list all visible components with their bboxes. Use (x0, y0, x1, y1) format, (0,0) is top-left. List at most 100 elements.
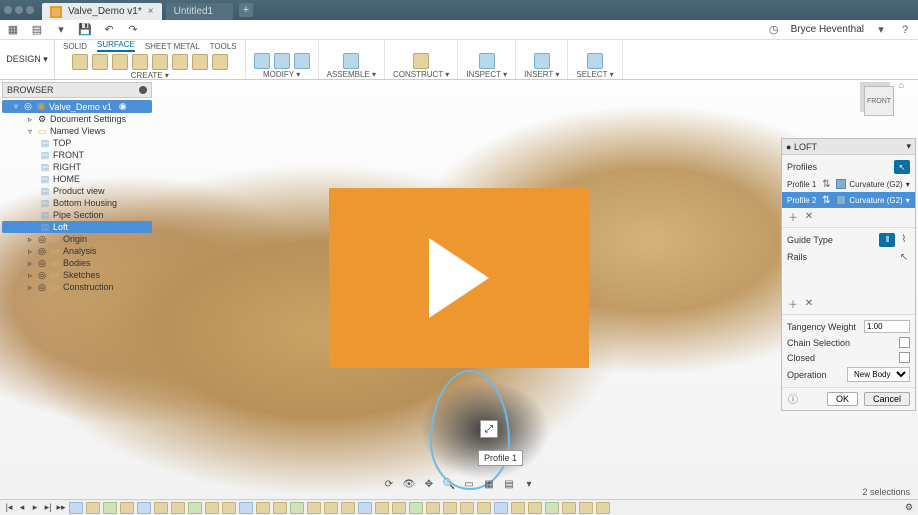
expand-icon[interactable]: ▹ (26, 235, 34, 244)
tool-button[interactable] (192, 54, 208, 70)
remove-rail-button[interactable]: ✕ (803, 297, 815, 309)
timeline-feature[interactable] (290, 502, 304, 514)
timeline-feature[interactable] (120, 502, 134, 514)
timeline-feature[interactable] (137, 502, 151, 514)
browser-settings-icon[interactable] (139, 86, 147, 94)
named-view-item[interactable]: FRONT (2, 149, 152, 161)
timeline-feature[interactable] (86, 502, 100, 514)
timeline-feature[interactable] (494, 502, 508, 514)
browser-item-sketches[interactable]: ▹Sketches (2, 269, 152, 281)
timeline-feature[interactable] (426, 502, 440, 514)
tool-button[interactable] (343, 53, 359, 69)
tool-button[interactable] (132, 54, 148, 70)
look-icon[interactable]: 👁 (402, 477, 416, 491)
tool-button[interactable] (92, 54, 108, 70)
timeline-next-icon[interactable]: ▸| (43, 502, 53, 513)
ribbon-tab-solid[interactable]: SOLID (63, 42, 87, 51)
cancel-button[interactable]: Cancel (864, 392, 910, 406)
timeline-play-icon[interactable]: ▸ (30, 502, 40, 513)
timeline-feature[interactable] (205, 502, 219, 514)
visibility-icon[interactable] (37, 282, 47, 292)
timeline-feature[interactable] (579, 502, 593, 514)
rails-select-button[interactable]: ↖ (898, 251, 910, 263)
file-menu-icon[interactable]: ▾ (54, 23, 68, 37)
timeline-feature[interactable] (596, 502, 610, 514)
timeline-feature[interactable] (69, 502, 83, 514)
ribbon-tab-surface[interactable]: SURFACE (97, 40, 135, 52)
expand-icon[interactable]: ▹ (26, 259, 34, 268)
timeline-feature[interactable] (324, 502, 338, 514)
visibility-icon[interactable] (37, 270, 47, 280)
expand-icon[interactable]: ▿ (26, 127, 34, 136)
manipulator-icon[interactable]: ⤢ (480, 420, 498, 438)
file-tab-active[interactable]: Valve_Demo v1* × (42, 3, 162, 20)
profile-row[interactable]: Profile 1 ⇅ Curvature (G2) ▾ (787, 176, 910, 192)
ribbon-tab-sheetmetal[interactable]: SHEET METAL (145, 42, 200, 51)
tool-button[interactable] (274, 53, 290, 69)
tool-button[interactable] (72, 54, 88, 70)
timeline-feature[interactable] (171, 502, 185, 514)
pin-icon[interactable]: ● (786, 142, 791, 152)
redo-icon[interactable]: ↷ (126, 23, 140, 37)
expand-icon[interactable]: ▹ (26, 271, 34, 280)
save-icon[interactable]: 💾 (78, 23, 92, 37)
ribbon-group-label[interactable]: CONSTRUCT ▾ (393, 70, 449, 79)
info-icon[interactable]: ⓘ (787, 392, 799, 404)
named-view-item[interactable]: HOME (2, 173, 152, 185)
operation-select[interactable]: New Body (847, 367, 910, 382)
timeline-feature[interactable] (188, 502, 202, 514)
profile-label-1[interactable]: Profile 1 (478, 450, 523, 466)
pan-icon[interactable]: ✥ (422, 477, 436, 491)
view-cube[interactable]: ⌂ FRONT (864, 86, 902, 124)
browser-item-bodies[interactable]: ▹Bodies (2, 257, 152, 269)
timeline-prev-icon[interactable]: ◂ (17, 502, 27, 513)
browser-item-docsettings[interactable]: ▹ ⚙ Document Settings (2, 113, 152, 125)
window-controls[interactable] (4, 6, 34, 14)
expand-icon[interactable]: ▹ (26, 247, 34, 256)
expand-icon[interactable]: ▹ (26, 283, 34, 292)
remove-profile-button[interactable]: ✕ (803, 210, 815, 222)
tool-button[interactable] (112, 54, 128, 70)
user-menu-chevron-icon[interactable]: ▾ (874, 23, 888, 37)
timeline-feature[interactable] (392, 502, 406, 514)
home-icon[interactable]: ⌂ (899, 80, 904, 90)
timeline-feature[interactable] (154, 502, 168, 514)
ribbon-tab-tools[interactable]: TOOLS (210, 42, 237, 51)
browser-item-origin[interactable]: ▹Origin (2, 233, 152, 245)
closed-checkbox[interactable] (899, 352, 910, 363)
close-icon[interactable]: × (148, 6, 154, 17)
visibility-icon[interactable] (37, 234, 47, 244)
grid-icon[interactable]: ▤ (502, 477, 516, 491)
zoom-icon[interactable]: 🔍 (442, 477, 456, 491)
tool-button[interactable] (152, 54, 168, 70)
named-view-item[interactable]: TOP (2, 137, 152, 149)
timeline-end-icon[interactable]: ▸▸ (56, 502, 66, 513)
ribbon-group-label[interactable]: ASSEMBLE ▾ (327, 70, 376, 79)
timeline-feature[interactable] (222, 502, 236, 514)
tool-button[interactable] (413, 53, 429, 69)
ribbon-group-label[interactable]: INSERT ▾ (524, 70, 559, 79)
timeline-feature[interactable] (460, 502, 474, 514)
browser-root[interactable]: ▿ Valve_Demo v1 ◉ (2, 100, 152, 113)
grid-menu-icon[interactable]: ▦ (6, 23, 20, 37)
view-cube-face[interactable]: FRONT (864, 86, 894, 116)
ok-button[interactable]: OK (827, 392, 858, 406)
timeline-feature[interactable] (358, 502, 372, 514)
named-view-item[interactable]: Bottom Housing (2, 197, 152, 209)
profiles-select-button[interactable]: ↖ (894, 160, 910, 174)
tangency-input[interactable] (864, 320, 910, 333)
loft-header[interactable]: ● LOFT ▾ (782, 139, 915, 155)
timeline-feature[interactable] (103, 502, 117, 514)
timeline-feature[interactable] (341, 502, 355, 514)
radio-icon[interactable]: ◉ (119, 101, 127, 112)
profile-reorder-icon[interactable]: ⇅ (820, 178, 832, 190)
close-icon[interactable]: × (219, 6, 225, 17)
ribbon-group-label[interactable]: SELECT ▾ (576, 70, 613, 79)
add-rail-button[interactable]: ＋ (787, 297, 799, 309)
profile-type[interactable]: Curvature (G2) (849, 180, 902, 189)
ribbon-group-label[interactable]: INSPECT ▾ (466, 70, 507, 79)
visibility-icon[interactable] (23, 102, 33, 112)
profile-row-selected[interactable]: Profile 2 ⇅ Curvature (G2) ▾ (782, 192, 915, 208)
orbit-icon[interactable]: ⟳ (382, 477, 396, 491)
browser-item-analysis[interactable]: ▹Analysis (2, 245, 152, 257)
